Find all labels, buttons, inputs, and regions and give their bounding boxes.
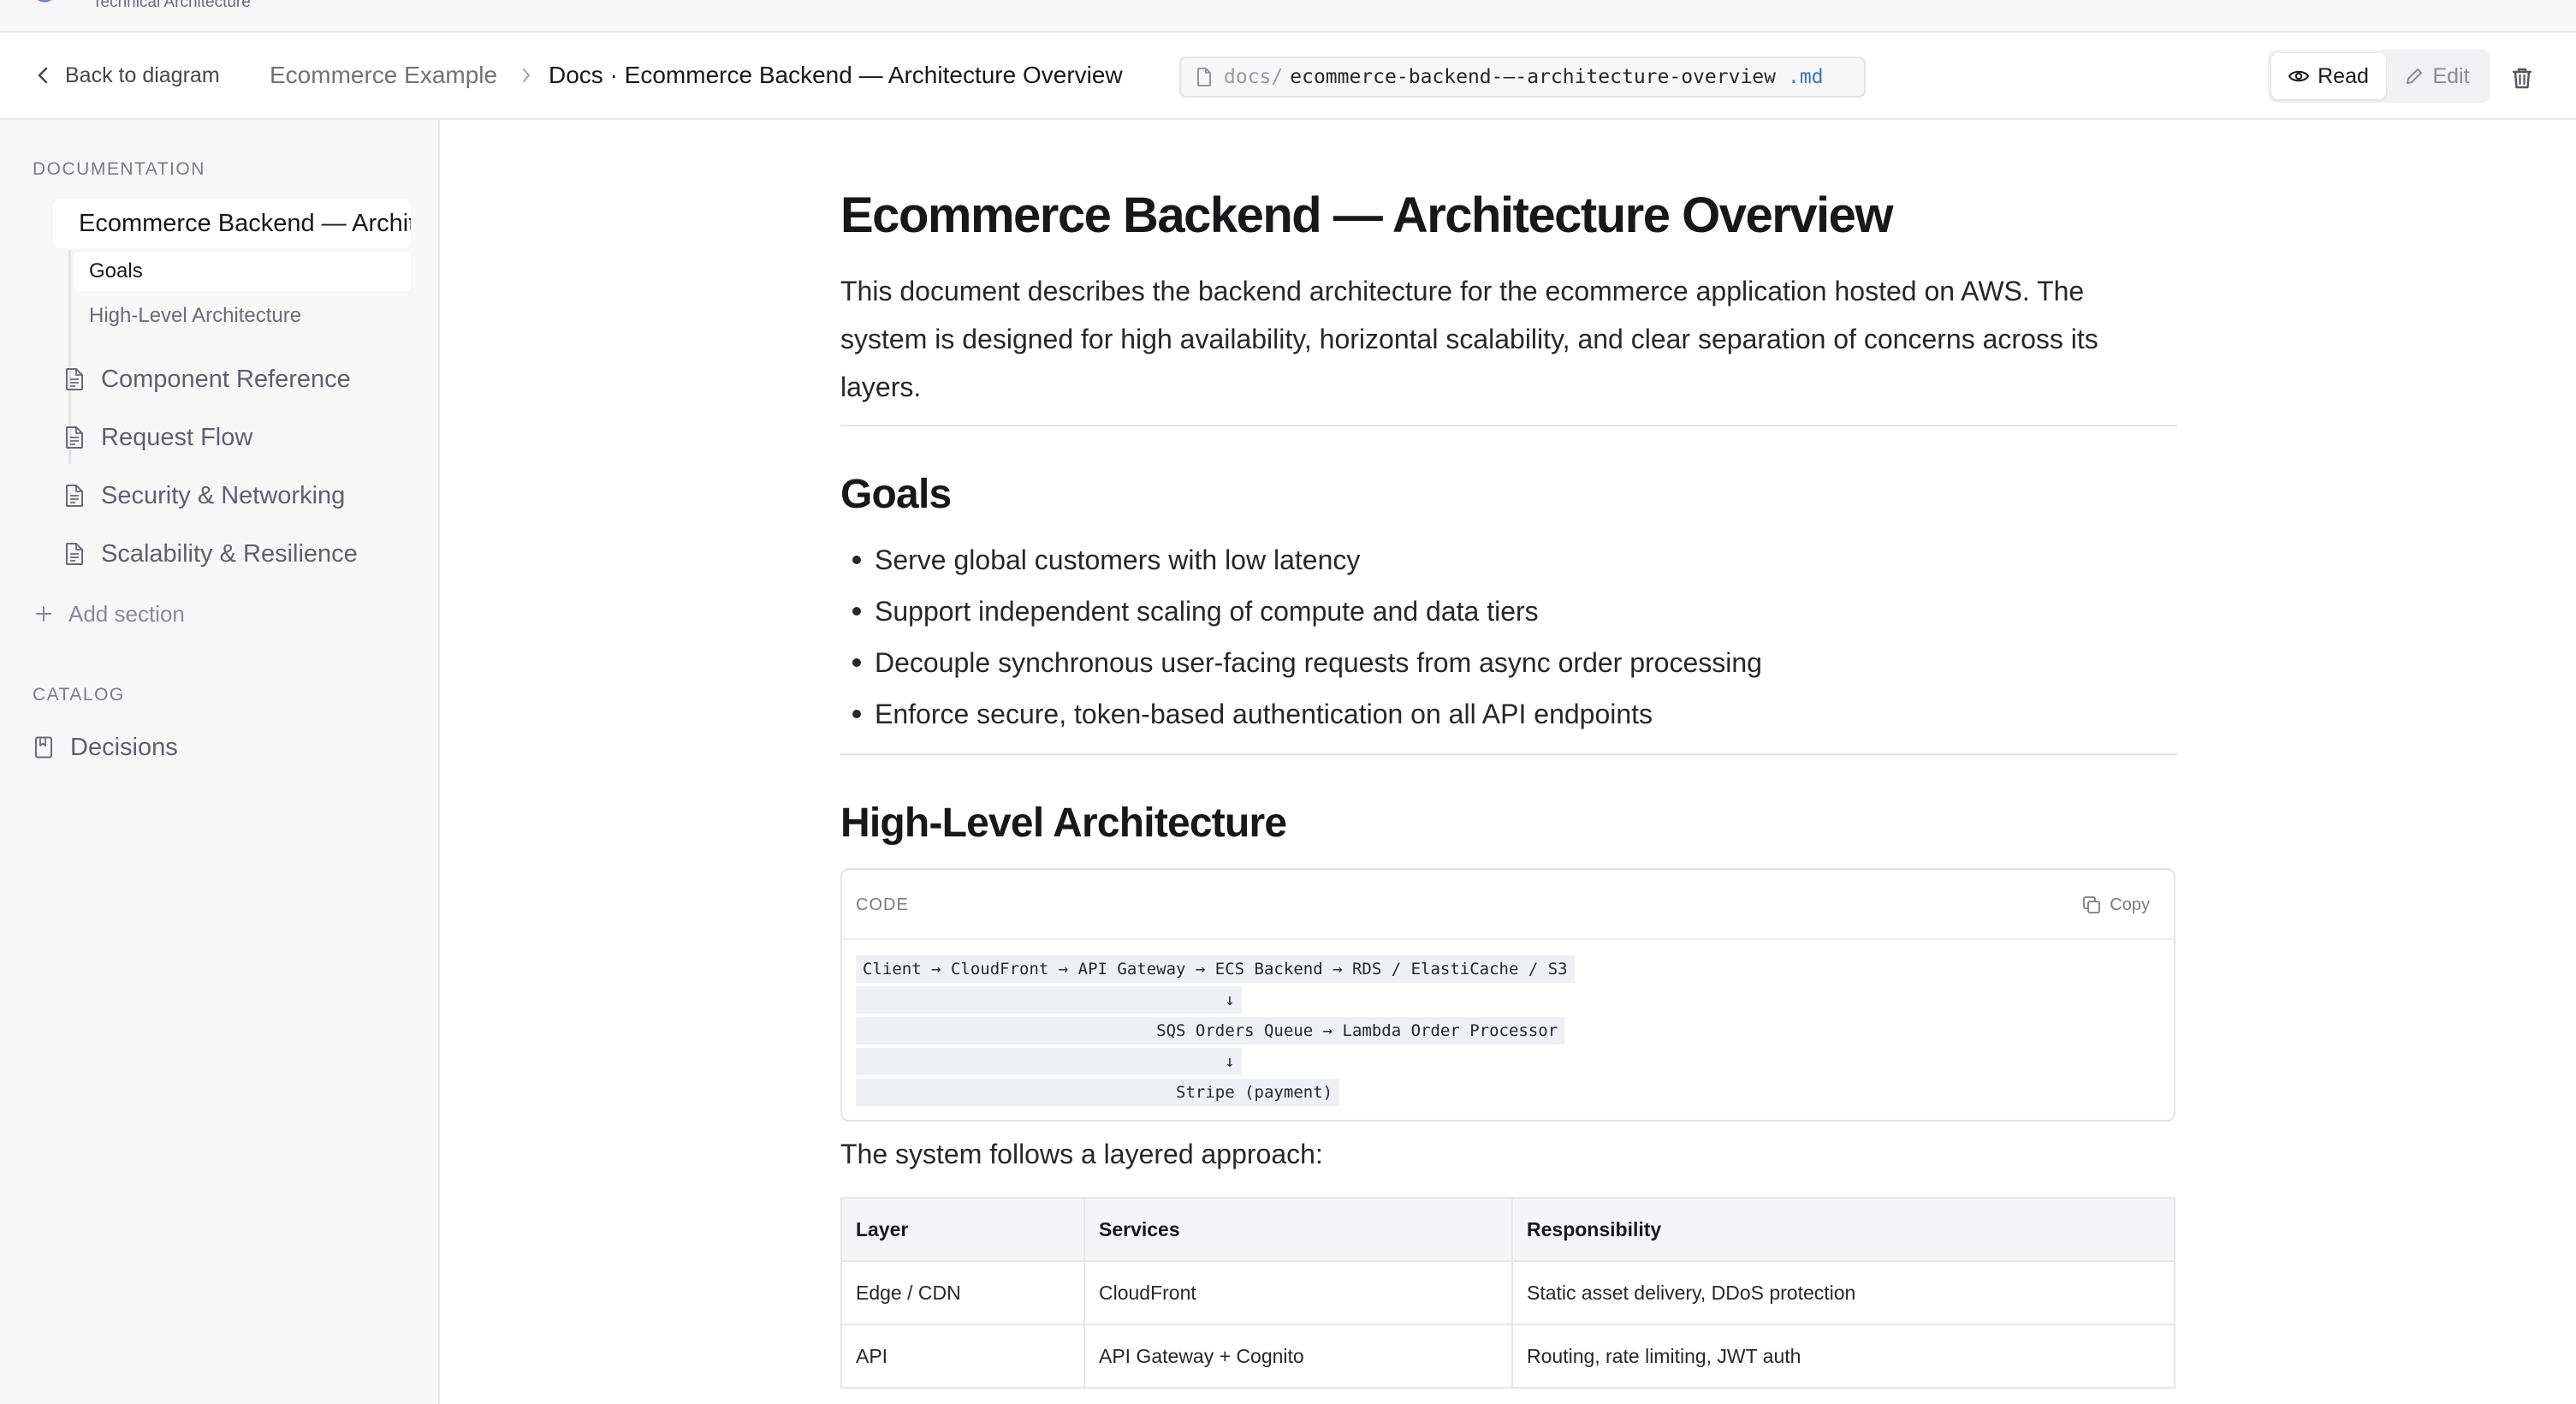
edit-mode-button[interactable]: Edit — [2388, 53, 2487, 99]
column-header-services: Services — [1083, 1197, 1513, 1262]
table-cell: Routing, rate limiting, JWT auth — [1511, 1324, 2175, 1389]
sidebar-item-component-reference[interactable]: Component Reference — [65, 358, 351, 401]
sidebar-subitem-goals[interactable]: Goals — [74, 252, 411, 291]
table-cell: API Gateway + Cognito — [1083, 1324, 1513, 1389]
code-block: CODE Copy Client → CloudFront → API Gate… — [840, 868, 2175, 1121]
architecture-heading: High-Level Architecture — [840, 800, 1287, 846]
code-block-header: CODE Copy — [842, 870, 2174, 940]
section-divider — [840, 425, 2177, 426]
add-section-button[interactable]: Add section — [34, 596, 185, 632]
docs-sidebar: DOCUMENTATION Ecommerce Backend — Archit… — [0, 120, 440, 1404]
goal-text: Enforce secure, token-based authenticati… — [875, 698, 1653, 729]
code-line: Client → CloudFront → API Gateway → ECS … — [856, 955, 1575, 983]
copy-label: Copy — [2110, 895, 2150, 914]
app-topbar: Technical Architecture — [0, 0, 2576, 33]
app-logo-icon — [38, 0, 51, 3]
table-row: API API Gateway + Cognito Routing, rate … — [840, 1324, 2175, 1389]
doc-title: Ecommerce Backend — Architecture Overvie… — [840, 187, 1894, 243]
document-icon — [66, 368, 83, 390]
plus-icon — [36, 606, 51, 622]
read-label: Read — [2318, 63, 2369, 88]
list-item: Enforce secure, token-based authenticati… — [840, 688, 1762, 740]
table-cell: Edge / CDN — [840, 1260, 1085, 1325]
doc-label: Scalability & Resilience — [101, 539, 358, 568]
bullet — [852, 556, 861, 564]
document-icon — [66, 543, 83, 565]
layer-intro-text: The system follows a layered approach: — [840, 1139, 1323, 1169]
trash-icon[interactable] — [2509, 65, 2535, 91]
doc-header: Back to diagram Ecommerce Example Docs ·… — [0, 33, 2576, 120]
bullet — [852, 658, 861, 667]
code-line: SQS Orders Queue → Lambda Order Processo… — [856, 1017, 1575, 1044]
bookmark-book-icon — [35, 736, 52, 759]
back-label: Back to diagram — [65, 62, 220, 87]
sidebar-item-request-flow[interactable]: Request Flow — [65, 416, 252, 459]
goal-text: Decouple synchronous user-facing request… — [875, 646, 1762, 678]
code-line: ↓ — [856, 986, 1575, 1014]
document-icon — [66, 426, 83, 449]
sidebar-item-security-networking[interactable]: Security & Networking — [65, 474, 345, 517]
copy-icon — [2083, 896, 2101, 913]
goal-text: Support independent scaling of compute a… — [875, 595, 1539, 627]
add-section-label: Add section — [68, 600, 185, 627]
path-extension: .md — [1787, 66, 1824, 88]
file-icon — [1197, 68, 1211, 86]
section-divider — [840, 753, 2177, 755]
view-mode-toggle: Read Edit — [2268, 50, 2490, 103]
table-cell: API — [840, 1324, 1085, 1389]
code-content: Client → CloudFront → API Gateway → ECS … — [856, 955, 1575, 1110]
breadcrumb-project[interactable]: Ecommerce Example — [270, 60, 497, 91]
doc-label: Request Flow — [101, 423, 253, 451]
goals-list: Serve global customers with low latency … — [840, 534, 1762, 740]
goals-heading: Goals — [840, 472, 952, 517]
list-item: Support independent scaling of compute a… — [840, 586, 1762, 637]
list-item: Decouple synchronous user-facing request… — [840, 637, 1762, 688]
bullet — [852, 710, 861, 718]
sidebar-item-active-doc[interactable]: Ecommerce Backend — Architecture Overvie… — [53, 199, 411, 248]
edit-label: Edit — [2432, 63, 2470, 88]
code-language-label: CODE — [856, 895, 909, 914]
code-line: Stripe (payment) — [856, 1079, 1575, 1106]
doc-label: Component Reference — [101, 365, 351, 393]
decisions-label: Decisions — [70, 733, 178, 761]
doc-label: Security & Networking — [101, 481, 346, 509]
list-item: Serve global customers with low latency — [840, 534, 1762, 586]
table-header-row: Layer Services Responsibility — [840, 1197, 2175, 1262]
sidebar-subitem-high-level-architecture[interactable]: High-Level Architecture — [74, 296, 411, 336]
back-to-diagram-button[interactable]: Back to diagram — [34, 60, 220, 91]
column-header-responsibility: Responsibility — [1511, 1197, 2175, 1262]
table-cell: CloudFront — [1083, 1260, 1513, 1325]
table-cell: Static asset delivery, DDoS protection — [1511, 1260, 2175, 1325]
sidebar-item-decisions[interactable]: Decisions — [34, 726, 178, 769]
layer-table: Layer Services Responsibility Edge / CDN… — [840, 1197, 2175, 1389]
sidebar-item-scalability-resilience[interactable]: Scalability & Resilience — [65, 532, 358, 575]
chevron-right-icon — [523, 68, 530, 82]
table-row: Edge / CDN CloudFront Static asset deliv… — [840, 1260, 2175, 1325]
breadcrumb-current-doc: Docs · Ecommerce Backend — Architecture … — [549, 62, 1123, 88]
bullet — [852, 607, 861, 616]
document-icon — [66, 485, 83, 507]
read-mode-button[interactable]: Read — [2271, 53, 2386, 99]
eye-icon — [2288, 70, 2310, 82]
copy-code-button[interactable]: Copy — [2082, 892, 2150, 918]
active-doc-label: Ecommerce Backend — Architecture Overvie… — [79, 209, 411, 237]
file-path-chip[interactable]: docs/ ecommerce-backend-—-architecture-o… — [1179, 57, 1866, 98]
app-subtitle: Technical Architecture — [92, 0, 251, 11]
column-header-layer: Layer — [840, 1197, 1085, 1262]
doc-intro-paragraph: This document describes the backend arch… — [840, 276, 2098, 402]
path-prefix: docs/ — [1224, 66, 1284, 88]
goal-text: Serve global customers with low latency — [875, 544, 1361, 575]
code-line: ↓ — [856, 1048, 1575, 1075]
pencil-icon — [2407, 68, 2423, 84]
documentation-heading: DOCUMENTATION — [33, 159, 205, 179]
catalog-heading: CATALOG — [33, 685, 125, 705]
path-slug: ecommerce-backend-—-architecture-overvie… — [1290, 66, 1776, 88]
chevron-left-icon — [38, 67, 48, 84]
